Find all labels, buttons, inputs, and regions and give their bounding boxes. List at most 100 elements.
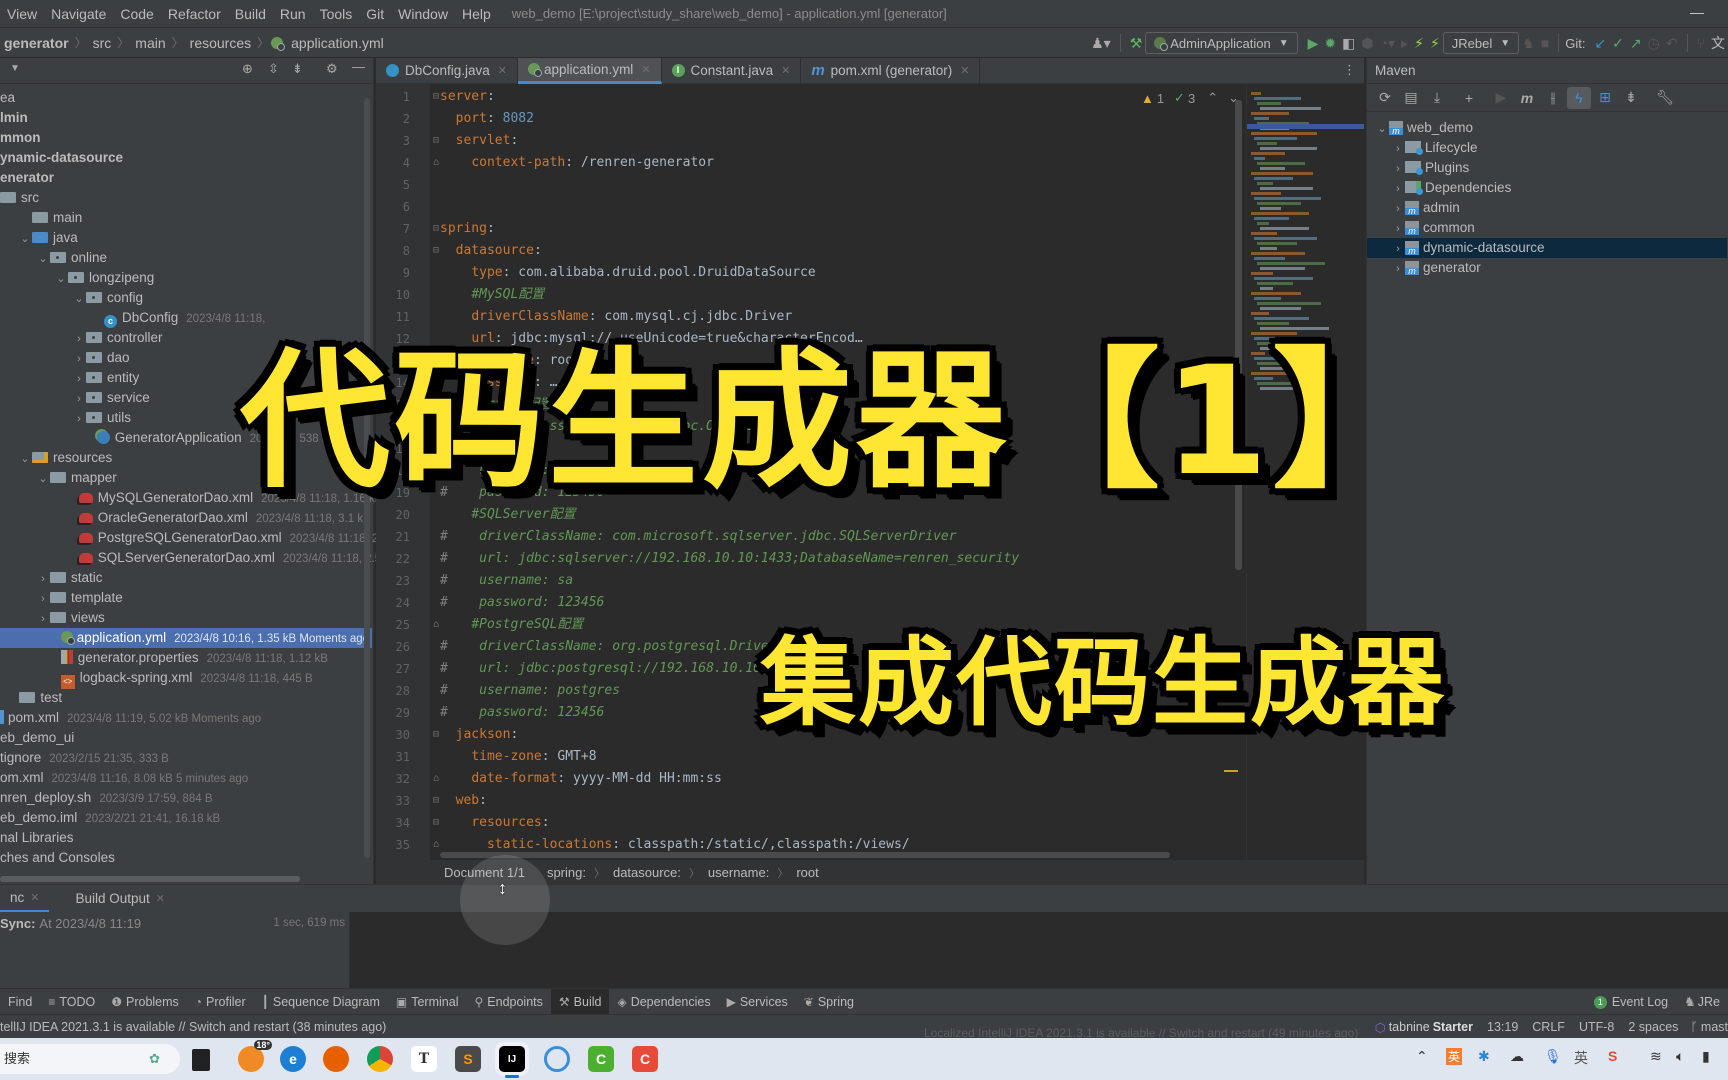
language-icon[interactable]: 英 <box>1574 1048 1588 1068</box>
chevron-down-icon[interactable]: ⌄ <box>54 269 68 289</box>
tree-item[interactable]: test <box>0 688 372 708</box>
close-icon[interactable]: ✕ <box>960 64 969 77</box>
breadcrumb-item[interactable]: application.yml <box>287 35 388 51</box>
tree-item[interactable]: generator.properties 2023/4/8 11:18, 1.12… <box>0 648 372 668</box>
tool-window-sequence-diagram[interactable]: ┃ Sequence Diagram <box>254 989 388 1015</box>
jrebel-agent-icon[interactable]: ♞ <box>1522 32 1535 54</box>
tree-item[interactable]: ches and Consoles <box>0 848 372 868</box>
camtasia-green-icon[interactable]: C <box>588 1046 614 1072</box>
attach-icon[interactable]: ◔▾ <box>1380 32 1395 54</box>
app-tray-icon[interactable]: ✱ <box>1478 1048 1490 1065</box>
gear-icon[interactable]: ⚙ <box>326 61 338 77</box>
app-icon[interactable] <box>544 1046 570 1072</box>
git-commit-icon[interactable]: ✓ <box>1612 32 1624 54</box>
maven-tree-item[interactable]: › m dynamic-datasource <box>1367 238 1727 258</box>
chevron-right-icon[interactable]: › <box>72 389 86 409</box>
tool-window-services[interactable]: ▶ Services <box>719 989 796 1015</box>
chevron-right-icon[interactable]: › <box>36 609 50 629</box>
tool-window-find[interactable]: Find <box>0 989 40 1015</box>
run-configuration-select[interactable]: AdminApplication ▼ <box>1145 32 1298 54</box>
code-breadcrumb-item[interactable]: username: <box>708 865 769 880</box>
profile-icon[interactable]: ⬢ <box>1361 32 1373 54</box>
tree-item[interactable]: pom.xml 2023/4/8 11:19, 5.02 kB Moments a… <box>0 708 372 728</box>
more-tabs-icon[interactable]: ⋮ <box>1343 62 1356 78</box>
chevron-right-icon[interactable]: › <box>1391 219 1405 239</box>
download-icon[interactable]: ⤓ <box>1425 87 1449 109</box>
hide-panel-icon[interactable]: — <box>352 59 365 74</box>
git-rollback-icon[interactable]: ↶ <box>1666 32 1678 54</box>
microphone-icon[interactable]: 🎙︎ <box>1544 1048 1562 1065</box>
tray-expand-icon[interactable]: ⌃ <box>1416 1048 1428 1065</box>
tabnine-label[interactable]: tabnine <box>1389 1020 1430 1034</box>
status-message[interactable]: tellIJ IDEA 2021.3.1 is available // Swi… <box>0 1020 386 1034</box>
task-view-icon[interactable] <box>192 1049 210 1071</box>
sublime-icon[interactable]: S <box>455 1046 481 1072</box>
maven-tree-item[interactable]: ⌄ m web_demo <box>1367 118 1727 138</box>
chevron-right-icon[interactable]: › <box>72 349 86 369</box>
file-encoding[interactable]: UTF-8 <box>1579 1020 1614 1034</box>
minimap-viewport[interactable] <box>1247 124 1364 129</box>
code-breadcrumb-item[interactable]: datasource: <box>613 865 681 880</box>
maven-tree-item[interactable]: › m generator <box>1367 258 1727 278</box>
git-history-icon[interactable]: ◷ <box>1648 32 1660 54</box>
editor-hscrollbar[interactable] <box>440 852 1170 858</box>
tree-item[interactable]: eb_demo.iml 2023/2/21 21:41, 16.18 kB <box>0 808 372 828</box>
menu-window[interactable]: Window <box>391 0 455 28</box>
editor-tab[interactable]: application.yml ✕ <box>518 57 662 84</box>
caret-position[interactable]: 13:19 <box>1487 1020 1518 1034</box>
tab-sync[interactable]: nc ✕ <box>0 885 50 913</box>
breadcrumb-item[interactable]: src <box>89 35 116 51</box>
tree-item[interactable]: mmon <box>0 128 372 148</box>
debug-icon[interactable]: ✹ <box>1324 32 1336 54</box>
tree-item[interactable]: application.yml 2023/4/8 10:16, 1.35 kB M… <box>0 628 372 648</box>
run-icon[interactable]: ▶ <box>1308 32 1319 54</box>
chevron-down-icon[interactable]: ⌄ <box>72 289 86 309</box>
edge-icon[interactable]: e <box>280 1046 306 1072</box>
add-icon[interactable]: + <box>1457 87 1481 109</box>
editor-tab[interactable]: DbConfig.java ✕ <box>376 57 519 84</box>
editor-tab[interactable]: I Constant.java ✕ <box>662 57 802 84</box>
chevron-down-icon[interactable]: ⌄ <box>18 449 32 469</box>
previous-highlight-icon[interactable]: ⌃ <box>1207 90 1218 106</box>
tree-item[interactable]: PostgreSQLGeneratorDao.xml 2023/4/8 11:18… <box>0 528 411 548</box>
tool-window-endpoints[interactable]: ⚲ Endpoints <box>466 989 550 1015</box>
menu-build[interactable]: Build <box>228 0 273 28</box>
volume-icon[interactable]: 🔈︎ <box>1676 1048 1684 1065</box>
breadcrumb-item[interactable]: resources <box>186 35 255 51</box>
chevron-right-icon[interactable]: › <box>1391 199 1405 219</box>
collapse-all-icon[interactable]: ⇟ <box>292 61 303 77</box>
firefox-icon[interactable] <box>323 1046 349 1072</box>
chevron-right-icon[interactable]: › <box>36 589 50 609</box>
menu-navigate[interactable]: Navigate <box>44 0 113 28</box>
tree-item[interactable]: om.xml 2023/4/8 11:16, 8.08 kB 5 minutes … <box>0 768 372 788</box>
tabnine-plan[interactable]: Starter <box>1433 1020 1473 1034</box>
build-hammer-icon[interactable]: ⚒ <box>1130 32 1143 54</box>
menu-git[interactable]: Git <box>359 0 391 28</box>
sync-row[interactable]: Sync: At 2023/4/8 11:19 1 sec, 619 ms <box>0 912 349 934</box>
chevron-right-icon[interactable]: › <box>1391 139 1405 159</box>
view-mode-dropdown-icon[interactable]: ▼ <box>10 63 20 74</box>
line-separator[interactable]: CRLF <box>1532 1020 1565 1034</box>
maven-tree-item[interactable]: › m common <box>1367 218 1727 238</box>
git-update-icon[interactable]: ↙ <box>1594 32 1606 54</box>
event-log-button[interactable]: Event Log <box>1612 989 1676 1015</box>
stop-icon[interactable]: ■ <box>1541 32 1549 54</box>
tree-item[interactable]: lmin <box>0 108 372 128</box>
collapse-all-icon[interactable]: ⇟ <box>1619 87 1643 109</box>
tree-item[interactable]: nren_deploy.sh 2023/3/9 17:59, 884 B <box>0 788 372 808</box>
tree-item[interactable]: ynamic-datasource <box>0 148 372 168</box>
weather-icon[interactable]: 18° <box>238 1040 272 1072</box>
chevron-down-icon[interactable]: ⌄ <box>36 249 50 269</box>
minimize-button[interactable]: — <box>1690 4 1704 20</box>
menu-code[interactable]: Code <box>113 0 160 28</box>
jrebel-panel-button[interactable]: JRe <box>1696 989 1728 1015</box>
menu-tools[interactable]: Tools <box>313 0 360 28</box>
inspection-widget[interactable]: ▲ 1 ✓ 3 ⌃ ⌄ <box>1141 90 1239 106</box>
ime-icon[interactable]: 英 <box>1446 1048 1463 1065</box>
chevron-right-icon[interactable]: › <box>72 369 86 389</box>
generate-sources-icon[interactable]: ▤ <box>1399 87 1423 109</box>
tree-item[interactable]: tignore 2023/2/15 21:35, 333 B <box>0 748 372 768</box>
chevron-right-icon[interactable]: › <box>36 569 50 589</box>
jrebel-debug-icon[interactable]: ⚡ <box>1430 32 1440 54</box>
tool-window-spring[interactable]: ❦ Spring <box>796 989 862 1015</box>
